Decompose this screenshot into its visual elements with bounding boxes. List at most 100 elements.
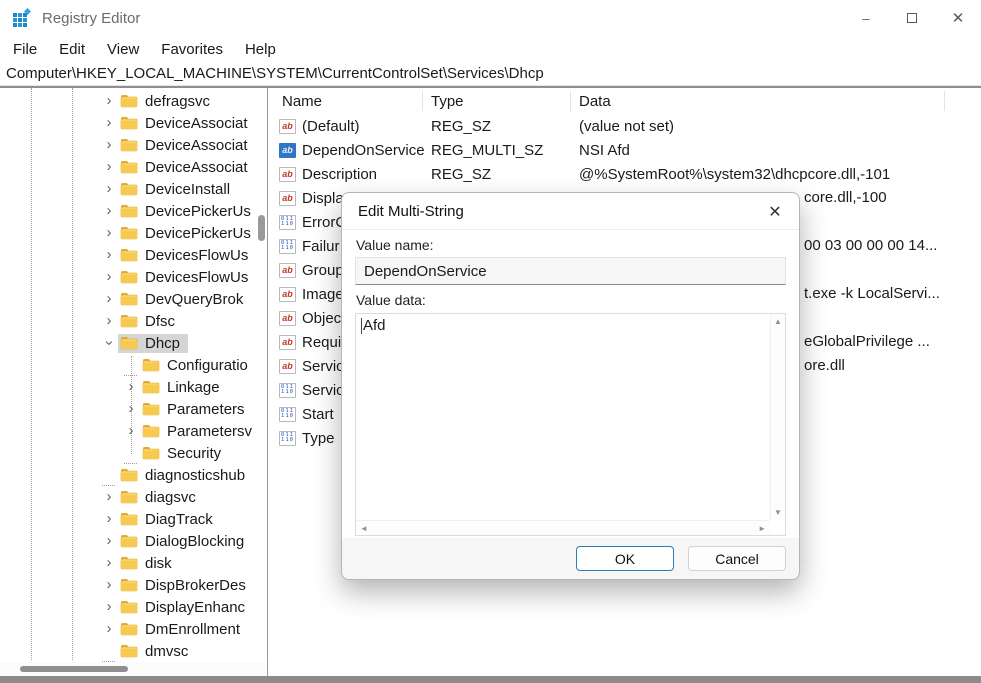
chevron-right-icon[interactable]: ›: [100, 554, 118, 572]
tree-item-label: DevicePickerUs: [145, 202, 251, 220]
tree-horizontal-scrollbar[interactable]: [0, 662, 266, 676]
chevron-right-icon[interactable]: ›: [100, 488, 118, 506]
chevron-right-icon[interactable]: ›: [100, 136, 118, 154]
chevron-right-icon[interactable]: ›: [100, 224, 118, 242]
tree-item-diagsvc[interactable]: › diagsvc: [0, 486, 257, 508]
tree-item-diagnosticshub[interactable]: diagnosticshub: [0, 464, 257, 486]
tree-item-disk[interactable]: › disk: [0, 552, 257, 574]
binary-value-icon: 011 110: [279, 406, 296, 422]
textarea-vertical-scrollbar[interactable]: ▲ ▼: [770, 314, 785, 520]
tree-item-label: DevicePickerUs: [145, 224, 251, 242]
chevron-right-icon[interactable]: ›: [100, 598, 118, 616]
chevron-right-icon[interactable]: ›: [100, 114, 118, 132]
tree-item-parameters[interactable]: › Parameters: [0, 398, 257, 420]
tree-item-devicesflowus[interactable]: › DevicesFlowUs: [0, 266, 257, 288]
column-separator[interactable]: [422, 91, 423, 111]
chevron-right-icon[interactable]: ›: [100, 158, 118, 176]
tree-item-deviceassociat[interactable]: › DeviceAssociat: [0, 156, 257, 178]
chevron-right-icon[interactable]: ›: [122, 422, 140, 440]
tree-item-label: DevQueryBrok: [145, 290, 244, 308]
tree-item-devicepickerus[interactable]: › DevicePickerUs: [0, 200, 257, 222]
chevron-right-icon[interactable]: ›: [122, 378, 140, 396]
tree-item-devicepickerus[interactable]: › DevicePickerUs: [0, 222, 257, 244]
window-title: Registry Editor: [42, 9, 141, 27]
tree-item-dhcp[interactable]: › Dhcp: [0, 332, 257, 354]
chevron-right-icon[interactable]: ›: [122, 400, 140, 418]
tree-item-label: DisplayEnhanc: [145, 598, 246, 616]
minimize-button[interactable]: –: [843, 0, 889, 36]
column-separator[interactable]: [944, 91, 945, 111]
tree-item-defragsvc[interactable]: › defragsvc: [0, 90, 257, 112]
chevron-right-icon[interactable]: ›: [100, 620, 118, 638]
column-header-name[interactable]: Name: [268, 93, 431, 110]
scroll-up-icon[interactable]: ▲: [770, 314, 786, 329]
tree-item-devquerybrok[interactable]: › DevQueryBrok: [0, 288, 257, 310]
tree-item-dispbrokerdes[interactable]: › DispBrokerDes: [0, 574, 257, 596]
column-header-data[interactable]: Data: [579, 93, 981, 110]
tree-item-content: dmvsc: [118, 642, 196, 661]
tree-item-dmenrollment[interactable]: › DmEnrollment: [0, 618, 257, 640]
chevron-right-icon[interactable]: ›: [100, 180, 118, 198]
value-name-field[interactable]: DependOnService: [355, 257, 786, 285]
scroll-down-icon[interactable]: ▼: [770, 505, 786, 520]
tree-item-content: Security: [140, 444, 229, 463]
dialog-footer: OK Cancel: [342, 538, 799, 579]
tree-item-security[interactable]: Security: [0, 442, 257, 464]
title-bar: Registry Editor – ✕: [0, 0, 981, 36]
tree-item-content: Configuratio: [140, 356, 256, 375]
ok-button[interactable]: OK: [576, 546, 674, 571]
cancel-button[interactable]: Cancel: [688, 546, 786, 571]
menu-item-help[interactable]: Help: [234, 41, 287, 58]
tree-item-deviceassociat[interactable]: › DeviceAssociat: [0, 112, 257, 134]
chevron-right-icon[interactable]: ›: [100, 312, 118, 330]
tree-item-devicesflowus[interactable]: › DevicesFlowUs: [0, 244, 257, 266]
tree-item-linkage[interactable]: › Linkage: [0, 376, 257, 398]
column-header-type[interactable]: Type: [431, 93, 579, 110]
tree-item-deviceassociat[interactable]: › DeviceAssociat: [0, 134, 257, 156]
tree-vertical-scrollbar[interactable]: [258, 215, 265, 241]
chevron-right-icon[interactable]: ›: [100, 290, 118, 308]
string-value-icon: ab: [279, 310, 296, 326]
folder-icon: [120, 579, 138, 592]
tree-item-label: DevicesFlowUs: [145, 268, 249, 286]
tree-item-diagtrack[interactable]: › DiagTrack: [0, 508, 257, 530]
value-data-textarea[interactable]: Afd ▲ ▼ ◄ ►: [355, 313, 786, 536]
tree-item-deviceinstall[interactable]: › DeviceInstall: [0, 178, 257, 200]
binary-value-icon: 011 110: [279, 382, 296, 398]
chevron-right-icon[interactable]: ›: [100, 268, 118, 286]
tree-item-parametersv[interactable]: › Parametersv: [0, 420, 257, 442]
string-value-icon: ab: [279, 358, 296, 374]
value-name-text: Start: [302, 405, 334, 423]
chevron-right-icon[interactable]: ›: [100, 202, 118, 220]
column-separator[interactable]: [570, 91, 571, 111]
textarea-horizontal-scrollbar[interactable]: ◄ ►: [356, 520, 770, 535]
menu-item-edit[interactable]: Edit: [48, 41, 96, 58]
chevron-down-icon[interactable]: ›: [100, 334, 118, 352]
registry-path: Computer\HKEY_LOCAL_MACHINE\SYSTEM\Curre…: [6, 65, 544, 82]
menu-item-file[interactable]: File: [2, 41, 48, 58]
tree-item-dialogblocking[interactable]: › DialogBlocking: [0, 530, 257, 552]
maximize-button[interactable]: [889, 0, 935, 36]
close-button[interactable]: ✕: [935, 0, 981, 36]
chevron-right-icon[interactable]: ›: [100, 576, 118, 594]
chevron-right-icon[interactable]: ›: [100, 92, 118, 110]
chevron-right-icon[interactable]: ›: [100, 510, 118, 528]
tree-item-dmvsc[interactable]: dmvsc: [0, 640, 257, 662]
menu-item-favorites[interactable]: Favorites: [150, 41, 234, 58]
chevron-right-icon[interactable]: ›: [100, 532, 118, 550]
address-bar[interactable]: Computer\HKEY_LOCAL_MACHINE\SYSTEM\Curre…: [0, 62, 981, 86]
dialog-close-icon[interactable]: ✕: [763, 200, 787, 224]
menu-item-view[interactable]: View: [96, 41, 150, 58]
value-row-dependonservice[interactable]: ab DependOnService REG_MULTI_SZ NSI Afd: [268, 138, 981, 162]
tree-item-dfsc[interactable]: › Dfsc: [0, 310, 257, 332]
tree-item-displayenhanc[interactable]: › DisplayEnhanc: [0, 596, 257, 618]
tree-item-content: DeviceAssociat: [118, 158, 256, 177]
scroll-right-icon[interactable]: ►: [754, 521, 770, 536]
tree-horizontal-scrollbar-thumb[interactable]: [20, 666, 128, 672]
folder-icon: [120, 645, 138, 658]
value-row-description[interactable]: ab Description REG_SZ @%SystemRoot%\system3…: [268, 162, 981, 186]
chevron-right-icon[interactable]: ›: [100, 246, 118, 264]
tree-item-configuratio[interactable]: Configuratio: [0, 354, 257, 376]
scroll-left-icon[interactable]: ◄: [356, 521, 372, 536]
value-row-default[interactable]: ab (Default) REG_SZ (value not set): [268, 114, 981, 138]
